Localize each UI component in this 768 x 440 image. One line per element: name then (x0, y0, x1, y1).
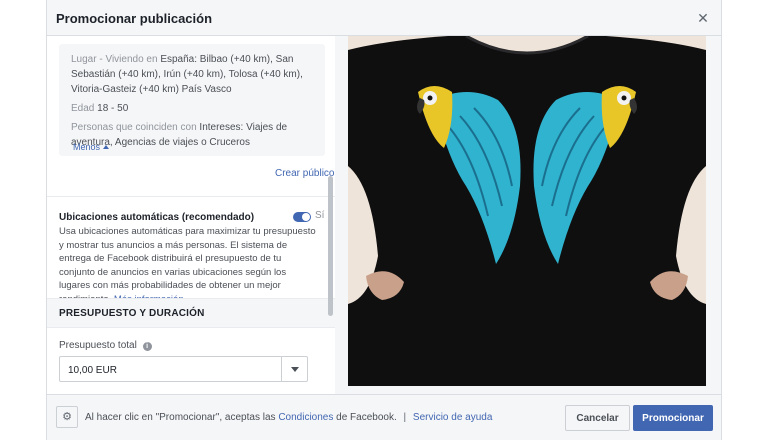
location-label: Lugar - Viviendo en (71, 54, 158, 65)
ad-preview-panel (335, 36, 721, 394)
settings-panel: Lugar - Viviendo en España: Bilbao (+40 … (47, 36, 335, 394)
age-value: 18 - 50 (97, 103, 129, 114)
dialog-footer: ⚙ Al hacer clic en "Promocionar", acepta… (47, 394, 721, 440)
close-icon[interactable]: ✕ (695, 10, 711, 26)
total-budget-value: 10,00 EUR (68, 365, 117, 376)
footer-separator: | (403, 412, 407, 423)
collapse-audience-link[interactable]: Menos (73, 140, 110, 155)
total-budget-select[interactable]: 10,00 EUR (59, 356, 308, 382)
terms-suffix: de Facebook. (336, 412, 397, 423)
auto-placements-title: Ubicaciones automáticas (recomendado) (59, 212, 255, 223)
budget-section-header: PRESUPUESTO Y DURACIÓN (47, 298, 335, 328)
interests-label: Personas que coinciden con (71, 122, 197, 133)
chevron-up-icon (103, 145, 110, 149)
budget-section-title: PRESUPUESTO Y DURACIÓN (59, 308, 205, 319)
toggle-state-label: Sí (315, 210, 325, 221)
total-budget-label: Presupuesto total i (59, 340, 152, 351)
age-line: Edad 18 - 50 (71, 101, 313, 116)
info-icon[interactable]: i (142, 342, 152, 351)
audience-summary: Lugar - Viviendo en España: Bilbao (+40 … (59, 44, 325, 156)
tshirt-parrot-wings-image (348, 36, 706, 386)
cancel-button[interactable]: Cancelar (565, 405, 630, 431)
dialog-title: Promocionar publicación (56, 11, 213, 26)
settings-gear-button[interactable]: ⚙ (56, 406, 78, 428)
terms-link[interactable]: Condiciones (278, 412, 333, 423)
auto-placements-text: Usa ubicaciones automáticas para maximiz… (59, 226, 316, 305)
chevron-down-icon (291, 367, 299, 372)
auto-placements-toggle[interactable] (293, 212, 311, 222)
create-audience-link[interactable]: Crear público (275, 168, 334, 179)
gear-icon: ⚙ (62, 411, 72, 423)
promote-button[interactable]: Promocionar (633, 405, 713, 431)
terms-text: Al hacer clic en "Promocionar", aceptas … (85, 412, 492, 423)
settings-scrollbar[interactable] (328, 176, 333, 316)
promote-post-dialog: Promocionar publicación ✕ Lugar - Vivien… (46, 0, 722, 440)
age-label: Edad (71, 103, 95, 114)
collapse-label: Menos (73, 142, 101, 152)
budget-dropdown-button[interactable] (281, 357, 307, 381)
terms-prefix: Al hacer clic en "Promocionar", aceptas … (85, 412, 276, 423)
divider (47, 196, 335, 197)
auto-placements-description: Usa ubicaciones automáticas para maximiz… (59, 225, 317, 306)
toggle-knob (302, 213, 310, 221)
location-line: Lugar - Viviendo en España: Bilbao (+40 … (71, 52, 313, 97)
total-budget-label-text: Presupuesto total (59, 340, 137, 351)
dialog-header: Promocionar publicación ✕ (47, 0, 721, 36)
ad-preview-image (348, 36, 706, 386)
help-center-link[interactable]: Servicio de ayuda (413, 412, 493, 423)
